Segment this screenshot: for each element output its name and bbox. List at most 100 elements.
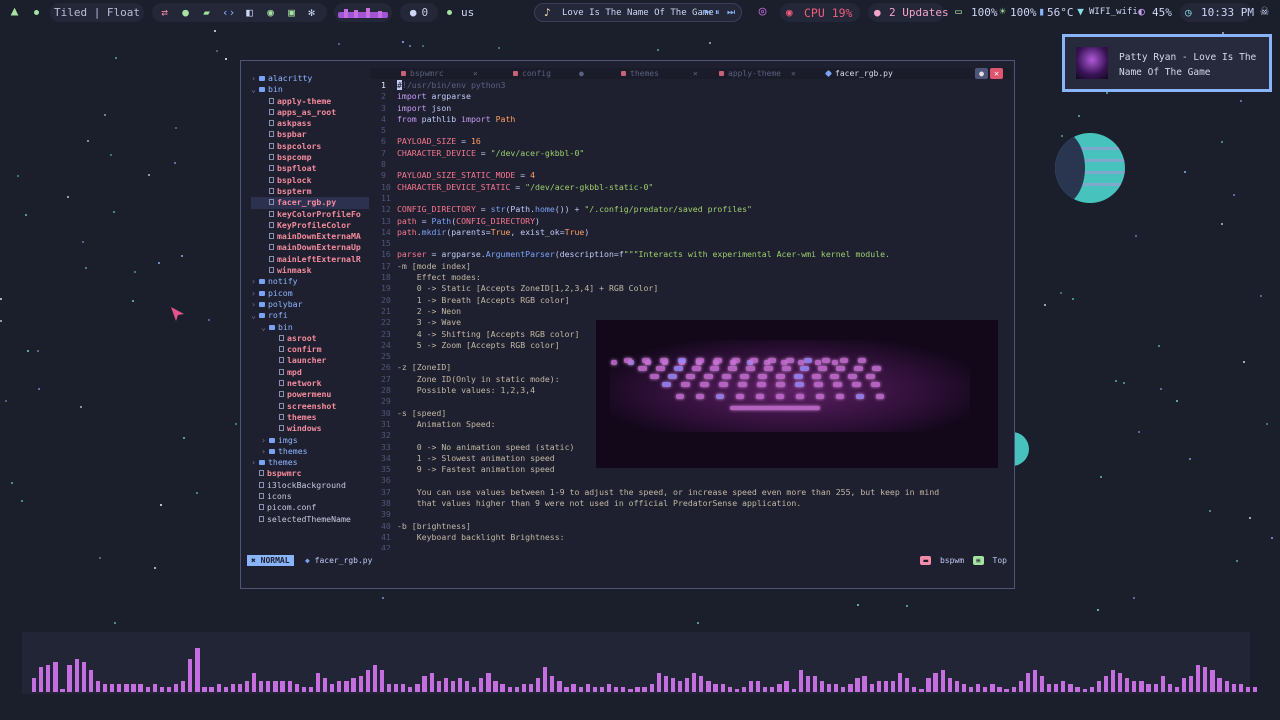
wifi-name[interactable]: WIFI_wifi: [1089, 5, 1138, 20]
pause-icon[interactable]: ⏸: [715, 8, 720, 18]
tree-item[interactable]: i3lockBackground: [251, 480, 369, 491]
tree-item[interactable]: powermenu: [251, 389, 369, 400]
next-track-icon[interactable]: ⏭: [727, 8, 735, 18]
tree-item[interactable]: mainLeftExternalR: [251, 254, 369, 265]
tree-item[interactable]: › themes: [251, 446, 369, 457]
tree-item[interactable]: winmask: [251, 265, 369, 276]
tree-item[interactable]: confirm: [251, 344, 369, 355]
tree-item[interactable]: ⌄ bin: [251, 84, 369, 95]
tab-close-icon[interactable]: ●: [579, 68, 584, 79]
code-line: 38 that values higher than 9 were not us…: [381, 498, 1001, 509]
line-number: 25: [381, 351, 391, 362]
keyboard-key-glow: [776, 394, 784, 399]
chevron-right-icon: ›: [251, 276, 256, 287]
terminal-icon[interactable]: ●: [179, 6, 192, 19]
visualizer-bar: [472, 686, 477, 692]
music-notification[interactable]: Patty Ryan - Love Is The Name Of The Gam…: [1062, 34, 1272, 92]
file-icon: [269, 210, 274, 217]
tree-item[interactable]: mainDownExternaMA: [251, 231, 369, 242]
tree-item[interactable]: bspfloat: [251, 163, 369, 174]
tree-item-label: asroot: [287, 332, 317, 343]
visualizer-bar: [834, 683, 839, 692]
tree-item[interactable]: bspbar: [251, 129, 369, 140]
tree-item[interactable]: screenshot: [251, 401, 369, 412]
tree-item[interactable]: bsplock: [251, 175, 369, 186]
visualizer-bar: [1068, 683, 1073, 692]
tree-item[interactable]: windows: [251, 423, 369, 434]
chat-icon[interactable]: ◉: [264, 6, 277, 19]
volume-icon[interactable]: ◐: [1135, 5, 1148, 18]
file-icon: [269, 120, 274, 127]
blender-icon[interactable]: ◎: [756, 5, 769, 18]
code-token: -s [speed]: [397, 407, 447, 418]
folder-icon[interactable]: ▰: [200, 6, 213, 19]
tree-item[interactable]: network: [251, 378, 369, 389]
tab-config[interactable]: config ●: [513, 68, 584, 79]
tree-item[interactable]: bspcolors: [251, 141, 369, 152]
tree-item[interactable]: keyColorProfileFo: [251, 209, 369, 220]
star: [1138, 431, 1141, 434]
arrows-icon[interactable]: ⇄: [158, 6, 171, 19]
volume-level[interactable]: 45%: [1152, 5, 1172, 20]
tree-item[interactable]: KeyProfileColor: [251, 220, 369, 231]
wifi-icon[interactable]: ▼: [1074, 5, 1087, 18]
tab-close-icon[interactable]: ✕: [473, 68, 478, 79]
github-widget[interactable]: ● 0: [400, 3, 438, 22]
gear-icon[interactable]: ✻: [305, 6, 318, 19]
tree-item[interactable]: asroot: [251, 333, 369, 344]
tree-item[interactable]: mpd: [251, 367, 369, 378]
browser-icon[interactable]: ◧: [243, 6, 256, 19]
tab-bspwmrc[interactable]: bspwmrc ✕: [401, 68, 478, 79]
code-icon[interactable]: ‹›: [222, 6, 235, 19]
media-icon[interactable]: ▣: [285, 6, 298, 19]
clock-widget[interactable]: ◷ 10:33 PM: [1180, 3, 1254, 22]
tree-item[interactable]: bspwmrc: [251, 468, 369, 479]
previous-track-icon[interactable]: ⏮: [703, 8, 711, 18]
skull-icon[interactable]: ☠: [1258, 4, 1271, 18]
tree-item[interactable]: bspcomp: [251, 152, 369, 163]
line-number: 30: [381, 407, 391, 418]
tree-item[interactable]: picom.conf: [251, 502, 369, 513]
close-icon[interactable]: ✕: [990, 68, 1003, 79]
tree-item[interactable]: apps_as_root: [251, 107, 369, 118]
tree-item[interactable]: › notify: [251, 276, 369, 287]
visualizer-bar: [1224, 681, 1229, 692]
workspace-dot-icon[interactable]: [34, 10, 39, 15]
arch-logo-icon[interactable]: ▲: [8, 5, 21, 18]
tree-item[interactable]: apply-theme: [251, 96, 369, 107]
layout-indicator[interactable]: Tiled | Float: [50, 3, 144, 22]
keyboard-layout[interactable]: us: [461, 5, 474, 20]
tree-item[interactable]: › imgs: [251, 435, 369, 446]
line-number: 39: [381, 509, 391, 520]
tree-item[interactable]: askpass: [251, 118, 369, 129]
tab-themes[interactable]: themes ✕: [621, 68, 698, 79]
tab-apply-theme[interactable]: apply-theme ✕: [719, 68, 796, 79]
tree-item[interactable]: selectedThemeName: [251, 514, 369, 525]
toggle-icon[interactable]: ●: [975, 68, 988, 79]
star: [98, 556, 101, 559]
tree-item[interactable]: › polybar: [251, 299, 369, 310]
star: [110, 154, 113, 157]
code-editor[interactable]: 1 #!/usr/bin/env python3 2 import argparse 3…: [381, 80, 1001, 550]
tree-item[interactable]: ⌄ rofi: [251, 310, 369, 321]
tree-item[interactable]: ⌄ bin: [251, 322, 369, 333]
tree-item[interactable]: themes: [251, 412, 369, 423]
visualizer-bar: [947, 678, 952, 692]
tree-item[interactable]: icons: [251, 491, 369, 502]
music-widget[interactable]: ♪ Love Is The Name Of The Game ⏮ ⏸ ⏭: [534, 3, 742, 22]
line-number: 27: [381, 373, 391, 384]
tree-item[interactable]: bspterm: [251, 186, 369, 197]
tab-close-icon[interactable]: ✕: [791, 68, 796, 79]
tab-close-icon[interactable]: ✕: [693, 68, 698, 79]
tree-item[interactable]: launcher: [251, 355, 369, 366]
tree-item[interactable]: mainDownExternaUp: [251, 242, 369, 253]
visualizer-bar: [53, 661, 58, 692]
updates-widget[interactable]: ● 2 Updates: [868, 3, 949, 22]
tab-facer-rgb-py[interactable]: facer_rgb.py: [824, 68, 893, 79]
tree-item[interactable]: facer_rgb.py: [251, 197, 369, 209]
code-line: 15: [381, 238, 1001, 249]
editor-window[interactable]: › alacritty ⌄ bin apply-theme apps_as_root ask…: [240, 60, 1015, 589]
tree-item[interactable]: › themes: [251, 457, 369, 468]
tree-item[interactable]: › alacritty: [251, 73, 369, 84]
tree-item[interactable]: › picom: [251, 288, 369, 299]
